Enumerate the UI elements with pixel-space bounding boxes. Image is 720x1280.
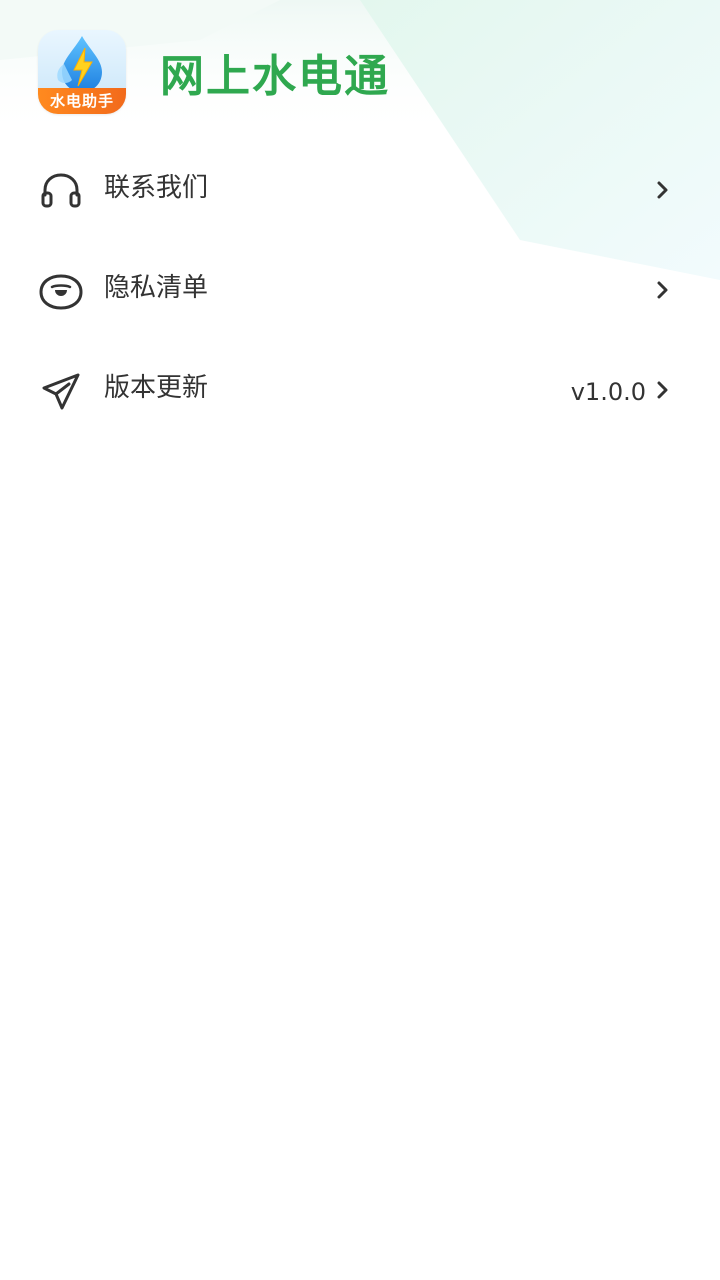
water-drop-icon (57, 36, 102, 92)
menu-item-contact-us[interactable]: 联系我们 (0, 138, 720, 238)
face-icon (39, 274, 83, 310)
menu-item-label: 隐私清单 (104, 273, 209, 303)
send-icon (42, 373, 80, 410)
version-value: v1.0.0 (570, 378, 646, 406)
app-title: 网上水电通 (160, 51, 390, 102)
chevron-right-icon (657, 381, 668, 399)
menu-item-version-update[interactable]: 版本更新 v1.0.0 (0, 338, 720, 438)
menu-item-label: 版本更新 (104, 373, 209, 403)
menu-item-privacy-list[interactable]: 隐私清单 (0, 238, 720, 338)
app-logo: 水电助手 (38, 30, 126, 114)
app-logo-badge: 水电助手 (38, 88, 126, 114)
app-header: 水电助手 网上水电通 (38, 30, 390, 114)
chevron-right-icon (657, 281, 668, 299)
menu-item-label: 联系我们 (104, 173, 209, 203)
headset-icon (41, 173, 81, 208)
settings-menu: 联系我们 隐私清单 版本更新 v1.0.0 (0, 138, 720, 438)
chevron-right-icon (657, 181, 668, 199)
